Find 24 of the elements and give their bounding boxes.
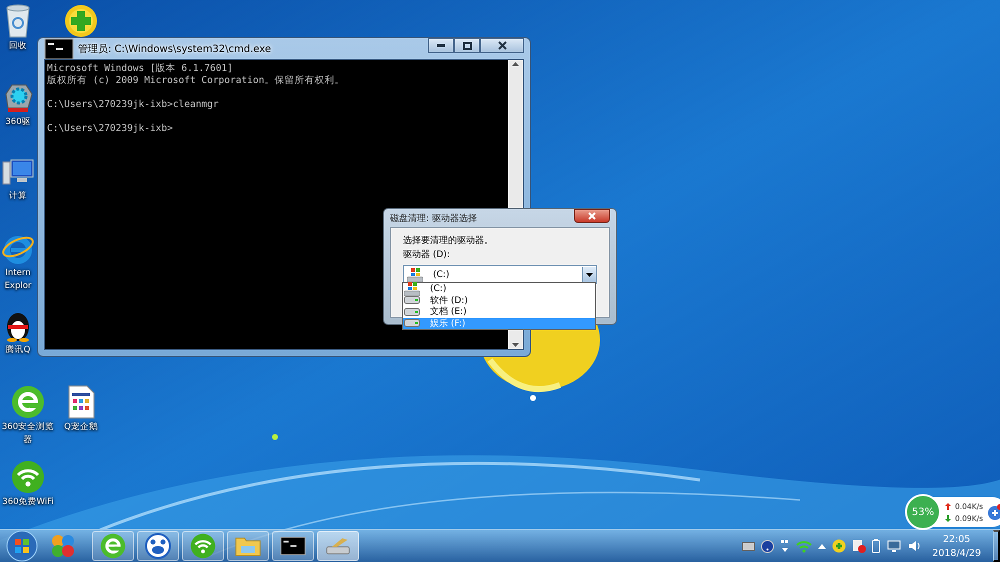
console-line: C:\Users\270239jk-ixb>cleanmgr: [47, 99, 220, 111]
prompt-text: 选择要清理的驱动器。: [403, 234, 494, 247]
window-title: 管理员: C:\Windows\system32\cmd.exe: [78, 42, 272, 56]
console-line: 版权所有 (c) 2009 Microsoft Corporation。保留所有权利。: [47, 75, 346, 87]
console-line: C:\Users\270239jk-ixb>: [47, 123, 174, 135]
icon-label[interactable]: 360安全浏览器: [0, 421, 56, 447]
drive-dropdown[interactable]: (C:): [403, 265, 597, 284]
dropdown-option[interactable]: (C:): [403, 283, 595, 294]
icon-label[interactable]: Q宠企鹅: [64, 421, 98, 434]
icon-label[interactable]: 腾讯Q: [6, 344, 30, 357]
icon-label[interactable]: Intern Explor: [4, 267, 32, 293]
icon-label[interactable]: 360免费WiFi: [2, 496, 54, 509]
dropdown-option[interactable]: 软件 (D:): [403, 294, 595, 306]
icon-label[interactable]: 计算: [9, 190, 27, 203]
dialog-title: 磁盘清理: 驱动器选择: [390, 212, 477, 224]
icon-label[interactable]: 360驱: [5, 116, 31, 129]
dropdown-option[interactable]: 文档 (E:): [403, 306, 595, 318]
icon-label[interactable]: 回收: [9, 40, 27, 53]
field-label: 驱动器 (D):: [403, 248, 451, 261]
dropdown-option[interactable]: 娱乐 (F:): [403, 318, 595, 329]
clock-date[interactable]: 2018/4/29: [932, 548, 981, 558]
clock-time[interactable]: 22:05: [932, 534, 981, 544]
dropdown-value: (C:): [433, 270, 450, 280]
console-line: Microsoft Windows [版本 6.1.7601]: [47, 63, 234, 75]
